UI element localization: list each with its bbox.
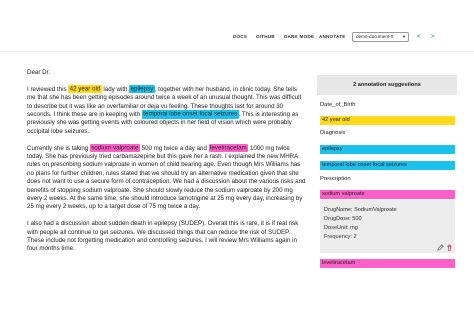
top-nav-bar: DOCS GITHUB DARK MODE ANNOTATE demo-docu…	[0, 0, 474, 52]
diagnosis-chip[interactable]: epilepsy	[320, 145, 455, 154]
nav-docs-link[interactable]: DOCS	[233, 34, 247, 39]
chevron-left-icon[interactable]: <	[417, 33, 421, 41]
nav-dark-mode-toggle[interactable]: DARK MODE	[284, 34, 314, 39]
dob-label: Date_of_Birth	[320, 102, 356, 108]
entity-diagnosis[interactable]: temporal lobe onset focal seizures	[141, 110, 239, 119]
letter-salutation: Dear Dr.	[27, 69, 51, 76]
nav-github-link[interactable]: GITHUB	[256, 34, 275, 39]
trash-icon[interactable]	[446, 244, 453, 251]
document-select-value: demo-document-0	[356, 34, 394, 39]
document-select[interactable]: demo-document-0 ▼	[352, 32, 409, 42]
prescription-label: Prescription	[320, 176, 351, 182]
prescription-details: DrugName: SodiumValproate DrugDose: 500 …	[320, 200, 455, 253]
diagnosis-chip[interactable]: temporal lobe onset focal seizures	[320, 161, 455, 170]
pencil-icon[interactable]	[437, 244, 444, 251]
annotation-suggestions-header: 2 annotation suggestions	[317, 75, 457, 95]
prescription-chip[interactable]: sodium valproate	[320, 190, 455, 199]
drug-dose: DrugDose: 500	[324, 216, 362, 222]
chevron-right-icon[interactable]: >	[431, 33, 435, 41]
prescription-chip[interactable]: levetiracetam	[320, 259, 455, 268]
entity-diagnosis[interactable]: epilepsy	[129, 85, 155, 94]
frequency: Frequency: 2	[324, 234, 357, 240]
drug-name: DrugName: SodiumValproate	[324, 207, 397, 213]
letter-paragraph-1: I reviewed this 42 year old lady with ep…	[27, 85, 306, 136]
dob-chip[interactable]: 42 year old	[320, 116, 455, 125]
entity-prescription[interactable]: levetiracetam	[208, 144, 249, 153]
letter-text: 500 mg twice a day and	[139, 144, 209, 152]
letter-paragraph-3: I also had a discussion about sudden dea…	[27, 220, 299, 253]
diagnosis-label: Diagnosis	[320, 130, 346, 136]
chevron-down-icon: ▼	[402, 34, 406, 39]
entity-prescription[interactable]: sodium valproate	[89, 144, 140, 153]
letter-text: lady with	[101, 85, 130, 93]
letter-paragraph-2: Currently she is taking sodium valproate…	[27, 144, 306, 212]
letter-text: 1000 mg twice today. She has previously …	[27, 144, 306, 211]
letter-text: Currently she is taking	[27, 144, 90, 152]
letter-text: I reviewed this	[27, 85, 69, 93]
nav-annotate-link[interactable]: ANNOTATE	[319, 34, 345, 39]
annotation-panel: 2 annotation suggestions Date_of_Birth 4…	[317, 75, 457, 275]
dose-unit: DoseUnit: mg	[324, 225, 358, 231]
entity-age[interactable]: 42 year old	[68, 85, 102, 94]
clinic-letter: Dear Dr. I reviewed this 42 year old lad…	[27, 69, 306, 262]
